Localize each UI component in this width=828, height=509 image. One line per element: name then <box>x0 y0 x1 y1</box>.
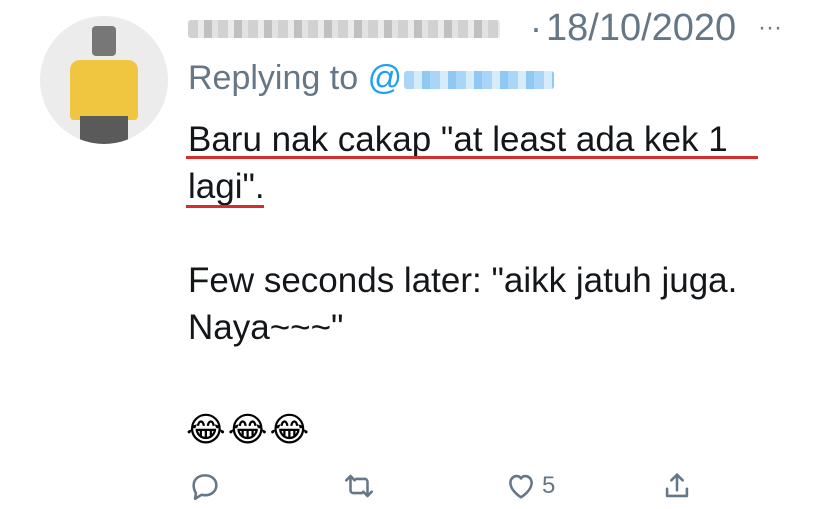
tweet-header: · 18/10/2020 ··· <box>188 6 788 50</box>
at-sign: @ <box>367 59 403 97</box>
replying-to-line: Replying to @ <box>188 56 555 100</box>
avatar[interactable] <box>40 16 168 144</box>
retweet-button[interactable] <box>342 466 376 506</box>
more-options-icon[interactable]: ··· <box>750 6 790 50</box>
tweet-line: lagi". <box>188 167 265 206</box>
retweet-icon <box>344 474 374 498</box>
tweet-timestamp[interactable]: 18/10/2020 <box>546 6 736 50</box>
avatar-pants-shape <box>80 116 128 144</box>
reply-icon <box>192 474 218 501</box>
share-icon <box>665 473 689 498</box>
avatar-head-shape <box>92 26 116 56</box>
blurred-handle <box>404 71 555 90</box>
laughing-emoji-group: 😂😂😂 <box>186 411 312 449</box>
timestamp-separator: · <box>530 7 542 48</box>
reply-handle-link[interactable]: @ <box>368 59 555 97</box>
like-count: 5 <box>542 472 556 499</box>
like-button[interactable]: 5 <box>504 466 555 506</box>
tweet-actions: 5 <box>188 466 708 506</box>
reply-button[interactable] <box>188 466 222 506</box>
red-underline-annotation <box>186 205 264 208</box>
share-button[interactable] <box>660 466 694 506</box>
tweet-body: Baru nak cakap "at least ada kek 1 lagi"… <box>188 116 798 351</box>
tweet-line: Few seconds later: "aikk jatuh juga. <box>188 261 738 300</box>
avatar-shirt-shape <box>70 60 138 120</box>
replying-to-label: Replying to <box>188 59 359 97</box>
red-underline-annotation <box>186 156 758 159</box>
tweet-line: Naya~~~" <box>188 308 344 347</box>
heart-icon <box>509 474 533 499</box>
blurred-display-name[interactable] <box>188 20 500 38</box>
